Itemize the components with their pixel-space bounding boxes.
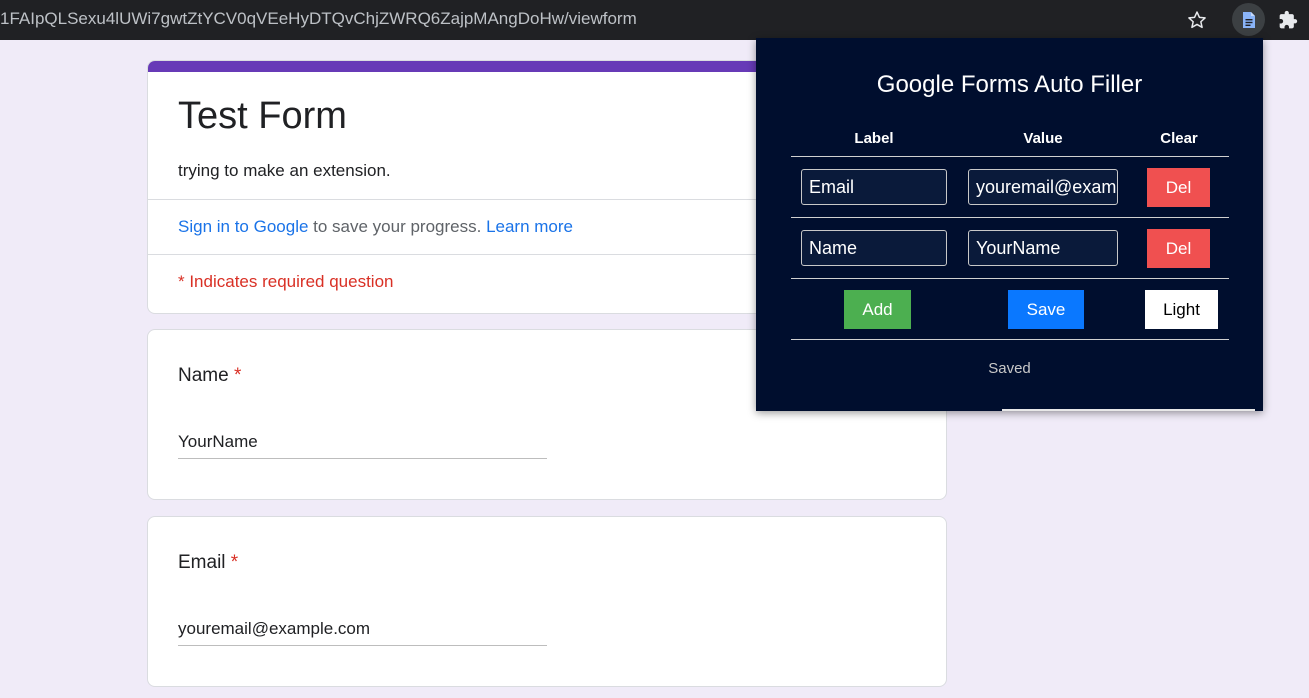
extension-popup: Google Forms Auto Filler Label Value Cle…: [756, 38, 1263, 411]
name-answer-input[interactable]: YourName: [178, 432, 258, 452]
question-card-email: Email * youremail@example.com: [147, 516, 947, 687]
scroll-indicator: [1002, 409, 1255, 411]
learn-more-link[interactable]: Learn more: [486, 217, 573, 236]
question-title: Name: [178, 365, 229, 386]
browser-toolbar: 1FAIpQLSexu4lUWi7gwtZtYCV0qVEeHyDTQvChjZ…: [0, 0, 1309, 40]
document-icon[interactable]: [1232, 3, 1265, 36]
delete-button[interactable]: Del: [1147, 168, 1210, 207]
question-label: Name *: [178, 365, 241, 387]
required-asterisk: *: [233, 365, 242, 386]
required-note: * Indicates required question: [178, 272, 394, 291]
theme-toggle-button[interactable]: Light: [1145, 290, 1218, 329]
email-answer-input[interactable]: youremail@example.com: [178, 619, 370, 639]
row-label-input[interactable]: Name: [801, 230, 947, 266]
question-title: Email: [178, 552, 226, 573]
required-asterisk: *: [230, 552, 239, 573]
form-title: Test Form: [178, 95, 347, 137]
puzzle-icon[interactable]: [1273, 5, 1303, 35]
status-text: Saved: [988, 360, 1031, 377]
row-label-input[interactable]: Email: [801, 169, 947, 205]
address-bar[interactable]: 1FAIpQLSexu4lUWi7gwtZtYCV0qVEeHyDTQvChjZ…: [0, 0, 637, 40]
popup-title: Google Forms Auto Filler: [876, 71, 1143, 98]
save-button[interactable]: Save: [1008, 290, 1084, 329]
column-header-clear: Clear: [1160, 130, 1198, 147]
form-description: trying to make an extension.: [178, 161, 391, 180]
question-label: Email *: [178, 552, 238, 574]
add-button[interactable]: Add: [844, 290, 911, 329]
divider: [791, 278, 1229, 279]
input-underline: [178, 458, 547, 459]
divider: [791, 217, 1229, 218]
delete-button[interactable]: Del: [1147, 229, 1210, 268]
signin-text: to save your progress.: [308, 217, 487, 236]
divider: [791, 339, 1229, 340]
sign-in-link[interactable]: Sign in to Google: [178, 217, 308, 236]
row-value-input[interactable]: YourName: [968, 230, 1118, 266]
column-header-value: Value: [1023, 130, 1063, 147]
divider: [791, 156, 1229, 157]
input-underline: [178, 645, 547, 646]
signin-notice: Sign in to Google to save your progress.…: [178, 217, 573, 237]
bookmark-star-icon[interactable]: [1183, 6, 1211, 34]
column-header-label: Label: [854, 130, 894, 147]
row-value-input[interactable]: youremail@example.com: [968, 169, 1118, 205]
